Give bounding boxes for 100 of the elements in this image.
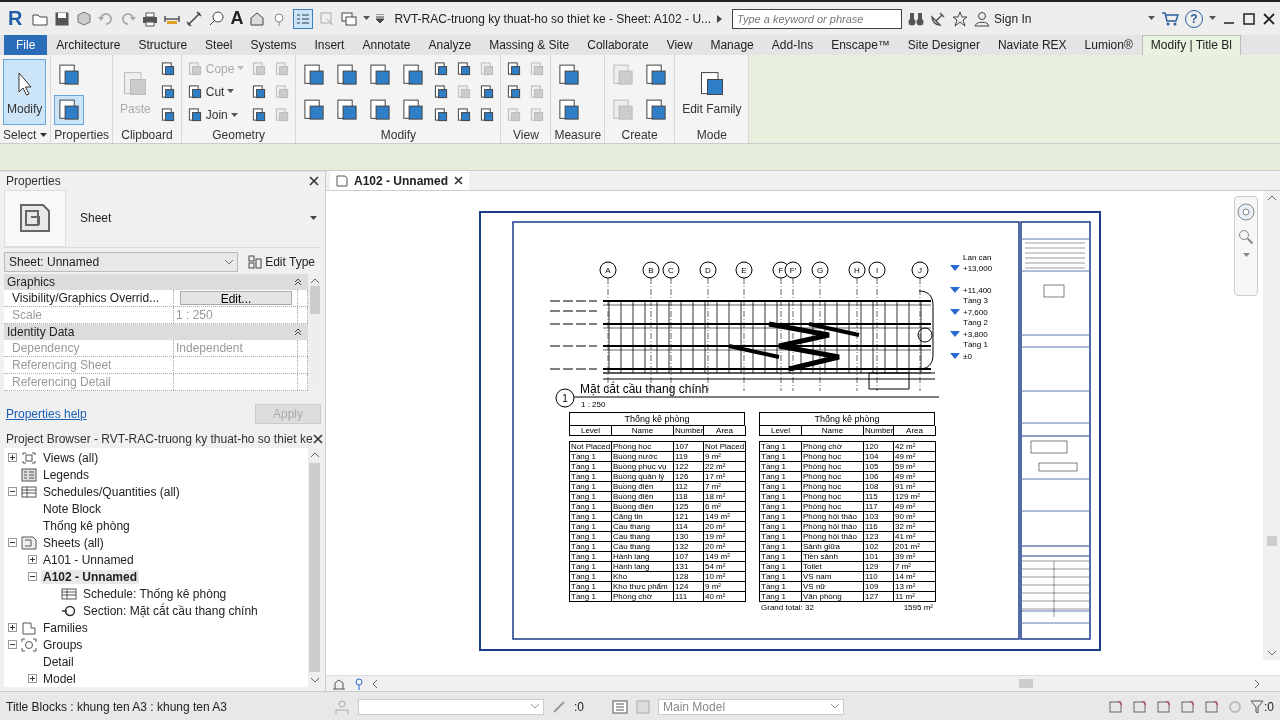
tool-button[interactable]: Join [184, 105, 247, 126]
ribbon-tab[interactable]: File [4, 35, 48, 55]
scrollbar-thumb[interactable] [309, 286, 320, 314]
tree-item[interactable]: Sheets (all) [41, 535, 106, 550]
ribbon-tab[interactable]: Naviate REX [988, 35, 1076, 55]
search-field[interactable]: Type a keyword or phrase [732, 8, 903, 29]
edit-type-button[interactable]: Edit Type [242, 254, 321, 270]
maximize-icon[interactable] [1242, 11, 1256, 26]
tree-item[interactable]: Views (all) [41, 450, 101, 465]
type-name[interactable]: Sheet [80, 211, 112, 225]
binoculars-icon[interactable] [908, 10, 925, 27]
thin-lines-icon[interactable] [293, 8, 314, 29]
ribbon-tab[interactable]: Structure [129, 35, 197, 55]
caret-icon[interactable] [363, 16, 371, 21]
tree-item[interactable]: Groups [41, 637, 85, 652]
ribbon-tab[interactable]: Collaborate [578, 35, 658, 55]
collapse-icon[interactable] [8, 640, 17, 649]
menu-icon[interactable] [376, 14, 385, 23]
caret-icon[interactable] [1148, 16, 1155, 21]
expand-icon[interactable] [28, 555, 37, 564]
user-icon[interactable] [974, 10, 991, 27]
select-face-icon[interactable] [1180, 698, 1196, 715]
satellite-icon[interactable] [930, 10, 947, 27]
filter-icon[interactable] [1250, 699, 1264, 714]
document-tab[interactable]: A102 - Unnamed [330, 171, 470, 190]
ribbon-tab[interactable]: Steel [196, 35, 242, 55]
tree-item[interactable]: Thống kê phòng [41, 518, 132, 533]
print-icon[interactable] [142, 10, 159, 27]
collapse-icon[interactable] [8, 487, 17, 496]
collapse-icon[interactable] [28, 572, 37, 581]
ribbon-tab[interactable]: Add-Ins [762, 35, 823, 55]
zoom-icon[interactable] [1238, 229, 1254, 245]
scale-icon[interactable] [332, 677, 346, 690]
tree-item[interactable]: Families [41, 620, 90, 635]
sign-in-link[interactable]: Sign In [994, 11, 1032, 26]
ribbon-tab[interactable]: Systems [241, 35, 306, 55]
caret-icon[interactable] [1209, 16, 1216, 21]
caret-icon[interactable] [230, 112, 238, 118]
tree-item[interactable]: Schedules/Quantities (all) [41, 484, 182, 499]
switch-windows-icon[interactable] [341, 10, 358, 27]
tool-button[interactable]: Edit Family [678, 59, 746, 125]
text-tool[interactable]: A [230, 8, 244, 29]
scrollbar-thumb[interactable] [309, 463, 320, 672]
tree-item[interactable]: Detail [41, 654, 76, 669]
tool-button[interactable]: Cut [184, 82, 247, 102]
ribbon-tab[interactable]: Enscape™ [822, 35, 899, 55]
editing-requests-icon[interactable] [612, 699, 628, 714]
caret-icon[interactable] [40, 132, 48, 138]
caret-icon[interactable] [310, 215, 317, 221]
app-logo[interactable]: R [4, 7, 27, 30]
select-underlay-icon[interactable] [1132, 698, 1148, 715]
collapse-icon[interactable] [294, 278, 302, 286]
expand-icon[interactable] [8, 453, 17, 462]
scrollbar-thumb[interactable] [1266, 535, 1277, 546]
tree-item[interactable]: Schedule: Thống kê phòng [81, 586, 229, 601]
tree-item[interactable]: Legends [41, 467, 92, 482]
expand-icon[interactable] [28, 674, 37, 683]
edit-button[interactable]: Edit... [180, 291, 292, 305]
dimension-icon[interactable] [186, 10, 203, 27]
expand-icon[interactable] [717, 14, 723, 23]
pin-icon[interactable] [354, 677, 364, 690]
scrollbar-thumb[interactable] [1019, 679, 1033, 688]
ribbon-tab[interactable]: Analyze [419, 35, 481, 55]
collapse-icon[interactable] [8, 538, 17, 547]
panel-title[interactable]: Select [3, 128, 37, 142]
ribbon-tab[interactable]: Site Designer [898, 35, 989, 55]
help-link[interactable]: Properties help [6, 407, 87, 421]
star-icon[interactable] [952, 10, 969, 27]
drag-elements-icon[interactable] [1204, 698, 1220, 715]
steering-wheel-icon[interactable] [1237, 203, 1255, 221]
close-icon[interactable] [309, 175, 319, 186]
select-pinned-icon[interactable] [1156, 698, 1172, 715]
tree-item[interactable]: A102 - Unnamed [41, 569, 140, 584]
expand-icon[interactable] [8, 623, 17, 632]
caret-icon[interactable] [227, 89, 235, 95]
ribbon-tab[interactable]: Massing & Site [480, 35, 579, 55]
ribbon-tab[interactable]: Manage [701, 35, 763, 55]
collapse-icon[interactable] [294, 328, 302, 336]
ribbon-tab[interactable]: Lumion® [1075, 35, 1142, 55]
ribbon-tab[interactable]: Modify | Title Bl [1141, 35, 1241, 55]
ribbon-tab[interactable]: View [657, 35, 702, 55]
cube-icon[interactable] [76, 10, 93, 27]
scrollbar[interactable] [1263, 191, 1280, 660]
close-icon[interactable] [1262, 11, 1276, 26]
tree-item[interactable]: Note Block [41, 501, 104, 516]
dropdown-field[interactable] [358, 698, 544, 715]
ribbon-tab[interactable]: Insert [305, 35, 354, 55]
tree-item[interactable]: A101 - Unnamed [41, 552, 136, 567]
house-icon[interactable] [249, 10, 266, 27]
close-icon[interactable] [312, 434, 323, 444]
navigation-bar[interactable] [1234, 196, 1258, 296]
tool-button[interactable]: Modify [3, 59, 47, 125]
close-icon[interactable] [454, 176, 464, 185]
ribbon-tab[interactable]: Architecture [47, 35, 130, 55]
tree-item[interactable]: Section: Mặt cắt cầu thang chính [81, 603, 260, 618]
select-links-icon[interactable] [1108, 698, 1124, 715]
save-icon[interactable] [54, 10, 71, 27]
tree-item[interactable]: Model [41, 671, 78, 686]
cart-icon[interactable] [1161, 10, 1179, 27]
ribbon-tab[interactable]: Annotate [353, 35, 420, 55]
